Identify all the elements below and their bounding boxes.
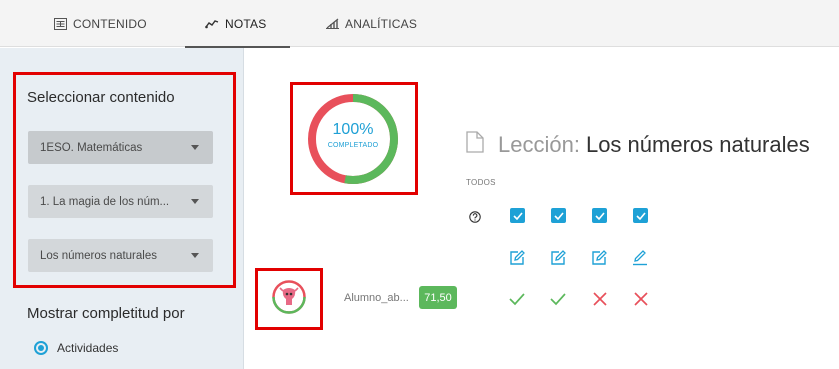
edit-icon[interactable] [509, 250, 525, 266]
pencil-icon[interactable] [632, 250, 648, 266]
highlight-frame-selectors [13, 72, 236, 288]
tab-analiticas[interactable]: ANALÍTICAS [326, 0, 417, 47]
analytics-icon [326, 18, 339, 29]
correct-icon [550, 293, 566, 306]
todos-label: TODOS [466, 178, 496, 187]
lesson-prefix: Lección: [498, 132, 580, 157]
tab-notas-label: NOTAS [225, 16, 267, 31]
correct-icon [509, 293, 525, 306]
select-all-checkbox-4[interactable] [633, 208, 648, 223]
tab-analiticas-label: ANALÍTICAS [345, 16, 418, 31]
check-icon [553, 211, 564, 220]
content-icon [54, 17, 67, 30]
edit-icon[interactable] [550, 250, 566, 266]
highlight-frame-avatar [255, 268, 323, 330]
radio-actividades[interactable]: Actividades [34, 341, 118, 355]
check-icon [594, 211, 605, 220]
radio-actividades-label: Actividades [57, 341, 119, 355]
document-icon [466, 131, 484, 159]
tab-notas[interactable]: NOTAS [184, 0, 292, 48]
help-icon[interactable] [469, 210, 481, 228]
check-icon [635, 211, 646, 220]
tab-bar: CONTENIDO NOTAS ANALÍTICAS [0, 0, 839, 48]
grades-chart-icon [205, 19, 219, 29]
tab-contenido[interactable]: CONTENIDO [54, 0, 147, 47]
radio-selected-icon [34, 341, 48, 355]
score-badge: 71,50 [419, 286, 457, 309]
edit-icon[interactable] [591, 250, 607, 266]
lesson-name: Los números naturales [585, 132, 810, 157]
tab-contenido-label: CONTENIDO [73, 16, 147, 31]
select-all-checkbox-2[interactable] [551, 208, 566, 223]
lesson-title: Lección: Los números naturales [466, 131, 810, 159]
wrong-icon [593, 292, 607, 306]
select-all-checkbox-3[interactable] [592, 208, 607, 223]
highlight-frame-gauge [290, 82, 418, 195]
check-icon [512, 211, 523, 220]
completeness-title: Mostrar completitud por [27, 305, 185, 322]
wrong-icon [634, 292, 648, 306]
student-name[interactable]: Alumno_ab... [344, 292, 409, 304]
select-all-checkbox-1[interactable] [510, 208, 525, 223]
